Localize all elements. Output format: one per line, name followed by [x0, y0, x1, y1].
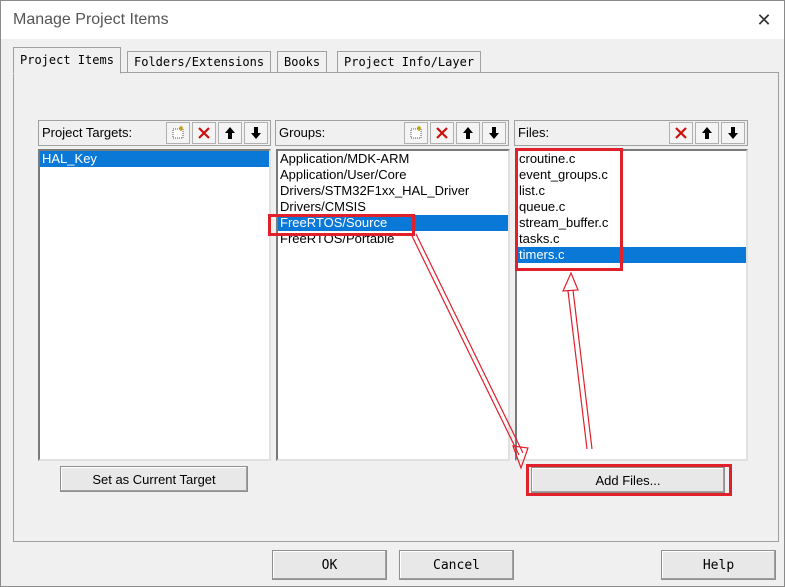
list-item[interactable]: timers.c: [517, 247, 746, 263]
help-button[interactable]: Help: [661, 550, 776, 580]
delete-icon[interactable]: [430, 122, 454, 144]
tab-project-items[interactable]: Project Items: [13, 47, 121, 74]
delete-icon[interactable]: [192, 122, 216, 144]
tab-books[interactable]: Books: [277, 51, 328, 72]
move-up-icon[interactable]: [695, 122, 719, 144]
close-icon[interactable]: ✕: [750, 7, 778, 33]
move-down-icon[interactable]: [482, 122, 506, 144]
list-item[interactable]: tasks.c: [517, 231, 746, 247]
move-down-icon[interactable]: [244, 122, 268, 144]
set-as-current-target-button[interactable]: Set as Current Target: [60, 466, 248, 492]
list-item[interactable]: event_groups.c: [517, 167, 746, 183]
add-files-button[interactable]: Add Files...: [531, 467, 725, 493]
files-label: Files:: [518, 125, 550, 140]
tab-project-info-layer[interactable]: Project Info/Layer: [337, 51, 482, 72]
targets-list[interactable]: HAL_Key: [38, 149, 271, 461]
list-item[interactable]: FreeRTOS/Source: [278, 215, 508, 231]
list-item[interactable]: FreeRTOS/Portable: [278, 231, 508, 247]
title-bar: Manage Project Items ✕: [1, 1, 784, 39]
targets-header: Project Targets:: [38, 120, 271, 146]
window-title: Manage Project Items: [13, 11, 169, 28]
delete-icon[interactable]: [669, 122, 693, 144]
manage-project-items-dialog: Manage Project Items ✕ Project Items Fol…: [0, 0, 785, 587]
ok-button[interactable]: OK: [272, 550, 387, 580]
list-item[interactable]: Application/User/Core: [278, 167, 508, 183]
files-list[interactable]: croutine.c event_groups.c list.c queue.c…: [515, 149, 748, 461]
list-item[interactable]: list.c: [517, 183, 746, 199]
cancel-button[interactable]: Cancel: [399, 550, 514, 580]
tab-folders-extensions[interactable]: Folders/Extensions: [127, 51, 272, 72]
new-item-icon[interactable]: [166, 122, 190, 144]
new-item-icon[interactable]: [404, 122, 428, 144]
move-down-icon[interactable]: [721, 122, 745, 144]
list-item[interactable]: croutine.c: [517, 151, 746, 167]
list-item[interactable]: Drivers/CMSIS: [278, 199, 508, 215]
list-item[interactable]: HAL_Key: [40, 151, 269, 167]
move-up-icon[interactable]: [456, 122, 480, 144]
list-item[interactable]: stream_buffer.c: [517, 215, 746, 231]
list-item[interactable]: queue.c: [517, 199, 746, 215]
list-item[interactable]: Application/MDK-ARM: [278, 151, 508, 167]
groups-label: Groups:: [279, 125, 326, 140]
files-header: Files:: [514, 120, 748, 146]
groups-header: Groups:: [275, 120, 509, 146]
move-up-icon[interactable]: [218, 122, 242, 144]
list-item[interactable]: Drivers/STM32F1xx_HAL_Driver: [278, 183, 508, 199]
targets-label: Project Targets:: [42, 125, 133, 140]
groups-list[interactable]: Application/MDK-ARM Application/User/Cor…: [276, 149, 510, 461]
